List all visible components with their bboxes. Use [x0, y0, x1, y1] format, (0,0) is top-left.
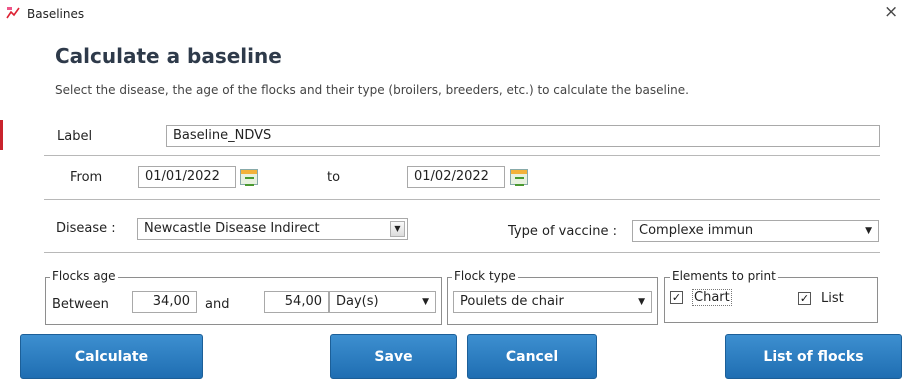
divider [44, 252, 880, 253]
disease-label: Disease : [56, 221, 116, 236]
and-label: and [205, 297, 230, 312]
age-min-input[interactable]: 34,00 [132, 291, 197, 313]
age-unit-select[interactable]: Day(s) ▼ [329, 291, 436, 313]
list-checkbox[interactable]: ✓ [798, 292, 811, 305]
chart-checkbox[interactable]: ✓ [670, 291, 683, 304]
disease-selected-value: Newcastle Disease Indirect [144, 221, 320, 236]
list-of-flocks-button[interactable]: List of flocks [725, 334, 902, 379]
flocks-age-legend: Flocks age [50, 269, 118, 283]
divider [44, 199, 880, 200]
page-subtitle: Select the disease, the age of the flock… [55, 83, 689, 97]
from-date-input[interactable]: 01/01/2022 [138, 166, 236, 188]
from-calendar-icon[interactable] [240, 169, 258, 186]
label-field-label: Label [57, 129, 93, 144]
chevron-down-icon[interactable]: ▼ [422, 294, 429, 310]
flock-type-select[interactable]: Poulets de chair ▼ [453, 291, 652, 313]
to-label: to [327, 170, 341, 185]
chevron-down-icon[interactable]: ▼ [865, 223, 872, 239]
age-unit-value: Day(s) [336, 294, 379, 309]
disease-select[interactable]: Newcastle Disease Indirect ▼ [137, 218, 408, 240]
calculate-button[interactable]: Calculate [20, 334, 203, 379]
label-input[interactable]: Baseline_NDVS [166, 125, 880, 147]
chart-app-icon [6, 6, 20, 20]
list-checkbox-label[interactable]: List [821, 291, 844, 306]
vaccine-label: Type of vaccine : [508, 224, 617, 239]
page-title: Calculate a baseline [55, 44, 282, 68]
from-label: From [70, 170, 103, 185]
elements-to-print-legend: Elements to print [670, 269, 778, 283]
vaccine-select[interactable]: Complexe immun ▼ [632, 220, 879, 242]
vaccine-selected-value: Complexe immun [639, 223, 754, 238]
flock-type-legend: Flock type [452, 269, 518, 283]
divider [44, 155, 880, 156]
to-calendar-icon[interactable] [510, 169, 528, 186]
age-max-input[interactable]: 54,00 [264, 291, 329, 313]
chevron-down-icon[interactable]: ▼ [638, 294, 645, 310]
to-date-input[interactable]: 01/02/2022 [407, 166, 505, 188]
close-icon[interactable]: × [884, 4, 898, 21]
left-accent-bar [0, 120, 3, 150]
between-label: Between [52, 297, 109, 312]
chevron-down-icon[interactable]: ▼ [390, 221, 405, 237]
chart-checkbox-label[interactable]: Chart [692, 289, 732, 306]
cancel-button[interactable]: Cancel [467, 334, 597, 379]
save-button[interactable]: Save [330, 334, 457, 379]
flock-type-value: Poulets de chair [460, 294, 564, 309]
window-title: Baselines [27, 7, 85, 21]
